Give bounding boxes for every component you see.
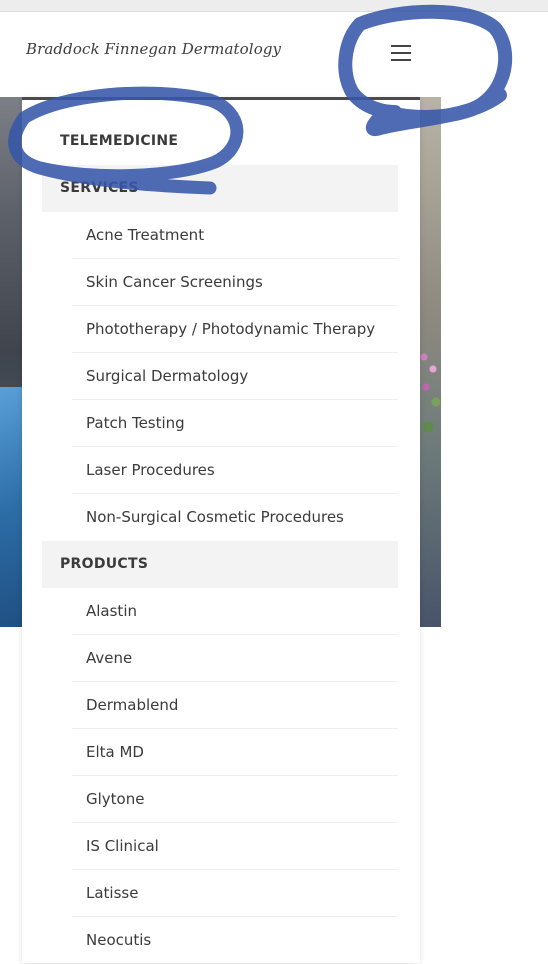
submenu-item-latisse[interactable]: Latisse xyxy=(72,870,398,917)
submenu-item-neocutis[interactable]: Neocutis xyxy=(72,917,398,964)
submenu-item-surgical-dermatology[interactable]: Surgical Dermatology xyxy=(72,353,398,400)
hero-water-detail xyxy=(0,387,24,627)
hamburger-line xyxy=(391,52,411,54)
submenu-item-patch-testing[interactable]: Patch Testing xyxy=(72,400,398,447)
site-logo[interactable]: Braddock Finnegan Dermatology xyxy=(26,40,281,58)
browser-top-strip xyxy=(0,0,548,12)
hamburger-menu-icon[interactable] xyxy=(386,42,418,66)
services-submenu: Acne Treatment Skin Cancer Screenings Ph… xyxy=(22,212,420,541)
site-header: Braddock Finnegan Dermatology xyxy=(0,12,548,98)
submenu-item-alastin[interactable]: Alastin xyxy=(72,588,398,635)
hamburger-line xyxy=(391,45,411,47)
submenu-item-phototherapy[interactable]: Phototherapy / Photodynamic Therapy xyxy=(72,306,398,353)
submenu-item-elta-md[interactable]: Elta MD xyxy=(72,729,398,776)
menu-item-products[interactable]: PRODUCTS xyxy=(42,541,398,588)
hamburger-line xyxy=(391,59,411,61)
submenu-item-laser-procedures[interactable]: Laser Procedures xyxy=(72,447,398,494)
submenu-item-avene[interactable]: Avene xyxy=(72,635,398,682)
menu-item-services[interactable]: SERVICES xyxy=(42,165,398,212)
submenu-item-skin-cancer-screenings[interactable]: Skin Cancer Screenings xyxy=(72,259,398,306)
hero-flowers-detail xyxy=(418,347,441,467)
submenu-item-is-clinical[interactable]: IS Clinical xyxy=(72,823,398,870)
submenu-item-glytone[interactable]: Glytone xyxy=(72,776,398,823)
submenu-item-non-surgical-cosmetic[interactable]: Non-Surgical Cosmetic Procedures xyxy=(72,494,398,541)
menu-item-telemedicine[interactable]: TELEMEDICINE xyxy=(42,118,398,165)
products-submenu: Alastin Avene Dermablend Elta MD Glytone… xyxy=(22,588,420,964)
mobile-dropdown-menu: TELEMEDICINE SERVICES Acne Treatment Ski… xyxy=(22,97,420,963)
submenu-item-acne-treatment[interactable]: Acne Treatment xyxy=(72,212,398,259)
submenu-item-dermablend[interactable]: Dermablend xyxy=(72,682,398,729)
